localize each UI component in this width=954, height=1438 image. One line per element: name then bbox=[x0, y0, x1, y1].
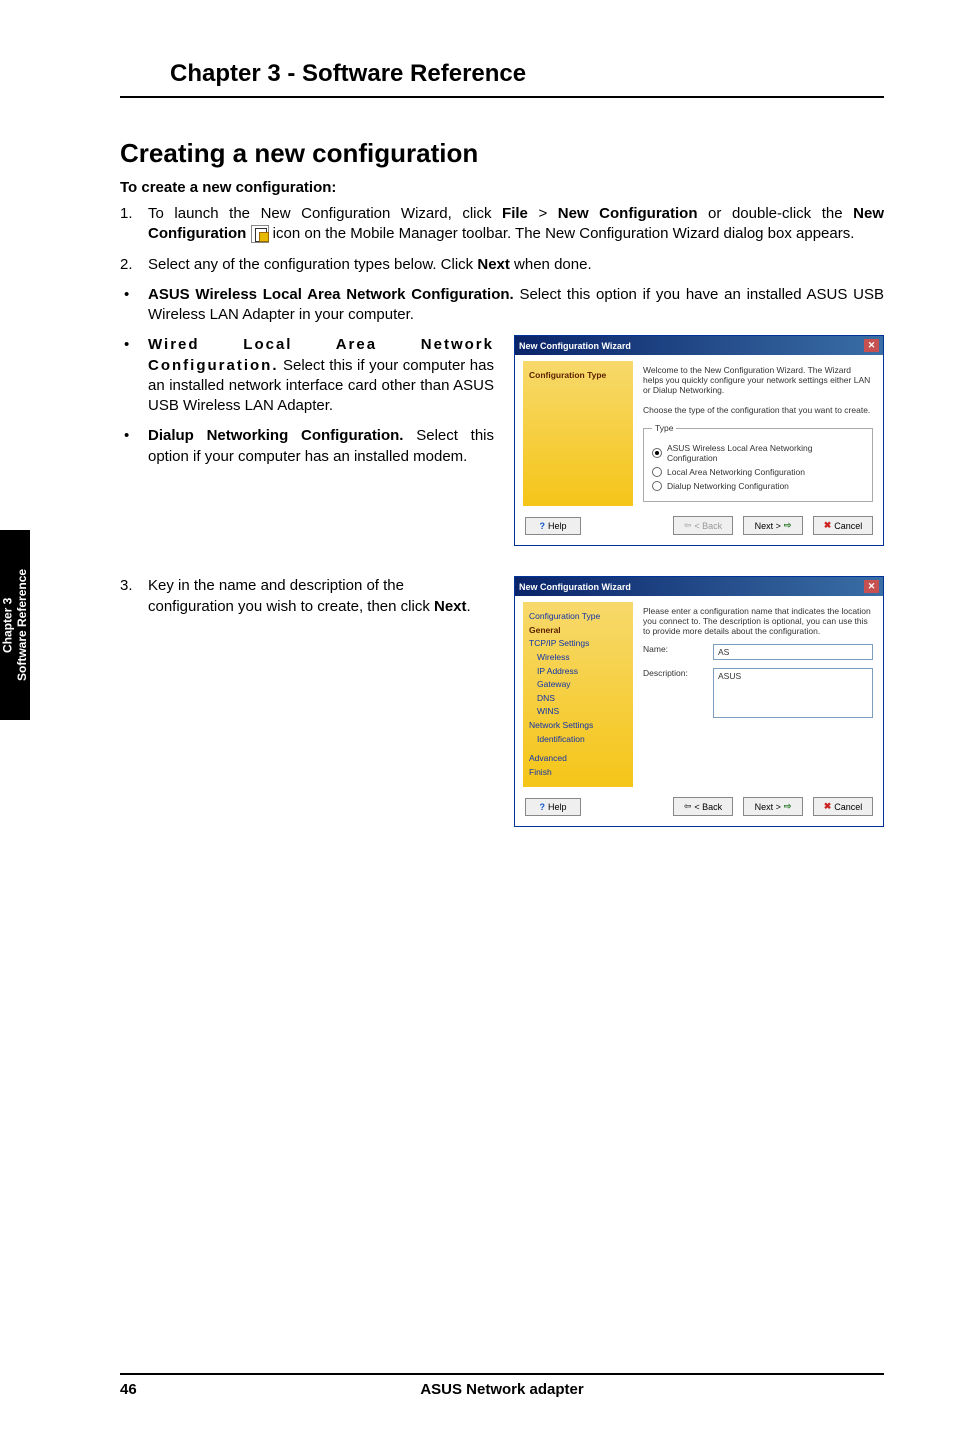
nav-config-type[interactable]: Configuration Type bbox=[529, 369, 627, 383]
wizard-intro-text: Please enter a configuration name that i… bbox=[643, 606, 873, 636]
bullet-wired-lan: • Wired Local Area Network Configuration… bbox=[120, 335, 494, 416]
close-icon[interactable]: ✕ bbox=[864, 580, 879, 593]
sidetab-title: Software Reference bbox=[15, 569, 29, 681]
next-button[interactable]: Next > ⇨ bbox=[743, 797, 803, 816]
sidetab-chapter: Chapter 3 bbox=[1, 569, 15, 681]
nav-network-settings[interactable]: Network Settings bbox=[529, 719, 627, 733]
help-button[interactable]: ? Help bbox=[525, 517, 581, 535]
label: Next > bbox=[755, 521, 781, 531]
button-label-next: Next bbox=[434, 598, 467, 615]
cancel-button[interactable]: ✖ Cancel bbox=[813, 516, 873, 535]
nav-gateway[interactable]: Gateway bbox=[529, 678, 627, 692]
option-title: ASUS Wireless Local Area Network Configu… bbox=[148, 286, 514, 303]
dialog-titlebar: New Configuration Wizard ✕ bbox=[515, 577, 883, 596]
back-button[interactable]: ⇦ < Back bbox=[673, 516, 733, 535]
step-2: 2. Select any of the configuration types… bbox=[120, 255, 884, 275]
nav-config-type[interactable]: Configuration Type bbox=[529, 610, 627, 624]
button-label-next: Next bbox=[477, 256, 510, 273]
text: when done. bbox=[510, 256, 592, 273]
text: Key in the name and description of the c… bbox=[148, 577, 434, 614]
text: icon on the Mobile Manager toolbar. The … bbox=[273, 225, 855, 242]
type-legend: Type bbox=[652, 423, 676, 433]
nav-tcpip[interactable]: TCP/IP Settings bbox=[529, 637, 627, 651]
label: Cancel bbox=[834, 521, 862, 531]
section-title: Creating a new configuration bbox=[120, 138, 884, 169]
nav-identification[interactable]: Identification bbox=[529, 733, 627, 747]
label: Cancel bbox=[834, 802, 862, 812]
wizard-welcome-text: Welcome to the New Configuration Wizard.… bbox=[643, 365, 873, 395]
wizard-sidebar: Configuration Type bbox=[523, 361, 633, 506]
label: < Back bbox=[694, 521, 722, 531]
label: Next > bbox=[755, 802, 781, 812]
radio-label: Local Area Networking Configuration bbox=[667, 467, 805, 477]
step-number: 3. bbox=[120, 576, 148, 617]
wizard-sidebar: Configuration Type General TCP/IP Settin… bbox=[523, 602, 633, 787]
label: < Back bbox=[694, 802, 722, 812]
divider bbox=[120, 96, 884, 98]
next-button[interactable]: Next > ⇨ bbox=[743, 516, 803, 535]
radio-asus-wireless[interactable]: ASUS Wireless Local Area Networking Conf… bbox=[652, 443, 864, 463]
radio-local-area[interactable]: Local Area Networking Configuration bbox=[652, 467, 864, 477]
new-configuration-icon bbox=[251, 225, 269, 243]
subheading: To create a new configuration: bbox=[120, 179, 884, 196]
bullet-dot: • bbox=[120, 426, 148, 467]
radio-icon bbox=[652, 467, 662, 477]
nav-advanced[interactable]: Advanced bbox=[529, 752, 627, 766]
text: . bbox=[467, 598, 471, 615]
text: To launch the New Configuration Wizard, … bbox=[148, 205, 502, 222]
nav-finish[interactable]: Finish bbox=[529, 766, 627, 780]
type-fieldset: Type ASUS Wireless Local Area Networking… bbox=[643, 423, 873, 502]
back-button[interactable]: ⇦ < Back bbox=[673, 797, 733, 816]
side-tab: Chapter 3 Software Reference bbox=[0, 530, 30, 720]
bullet-asus-wlan: • ASUS Wireless Local Area Network Confi… bbox=[120, 285, 884, 326]
text: Select any of the configuration types be… bbox=[148, 256, 477, 273]
radio-label: ASUS Wireless Local Area Networking Conf… bbox=[667, 443, 864, 463]
radio-icon bbox=[652, 481, 662, 491]
step-3: 3. Key in the name and description of th… bbox=[120, 576, 494, 617]
footer-title: ASUS Network adapter bbox=[120, 1381, 884, 1398]
bullet-dot: • bbox=[120, 335, 148, 416]
step-number: 1. bbox=[120, 204, 148, 245]
radio-dialup[interactable]: Dialup Networking Configuration bbox=[652, 481, 864, 491]
help-button[interactable]: ? Help bbox=[525, 798, 581, 816]
wizard-choose-text: Choose the type of the configuration tha… bbox=[643, 405, 873, 415]
step-1: 1. To launch the New Configuration Wizar… bbox=[120, 204, 884, 245]
name-input[interactable]: AS bbox=[713, 644, 873, 660]
page-footer: 46 ASUS Network adapter bbox=[70, 1373, 884, 1398]
nav-ip[interactable]: IP Address bbox=[529, 665, 627, 679]
close-icon[interactable]: ✕ bbox=[864, 339, 879, 352]
bullet-dot: • bbox=[120, 285, 148, 326]
dialog-title: New Configuration Wizard bbox=[519, 582, 631, 592]
step-number: 2. bbox=[120, 255, 148, 275]
new-config-wizard-dialog-type: New Configuration Wizard ✕ Configuration… bbox=[514, 335, 884, 546]
nav-wireless[interactable]: Wireless bbox=[529, 651, 627, 665]
radio-label: Dialup Networking Configuration bbox=[667, 481, 789, 491]
cancel-button[interactable]: ✖ Cancel bbox=[813, 797, 873, 816]
dialog-titlebar: New Configuration Wizard ✕ bbox=[515, 336, 883, 355]
nav-dns[interactable]: DNS bbox=[529, 692, 627, 706]
new-config-wizard-dialog-general: New Configuration Wizard ✕ Configuration… bbox=[514, 576, 884, 827]
description-input[interactable]: ASUS bbox=[713, 668, 873, 718]
text: > bbox=[528, 205, 558, 222]
nav-wins[interactable]: WINS bbox=[529, 705, 627, 719]
chapter-heading: Chapter 3 - Software Reference bbox=[170, 60, 884, 88]
description-label: Description: bbox=[643, 668, 703, 678]
radio-icon bbox=[652, 448, 662, 458]
name-label: Name: bbox=[643, 644, 703, 654]
menu-file: File bbox=[502, 205, 528, 222]
option-title: Dialup Networking Configuration. bbox=[148, 427, 403, 444]
label: Help bbox=[548, 802, 567, 812]
menu-new-config: New Configuration bbox=[558, 205, 698, 222]
nav-general[interactable]: General bbox=[529, 624, 627, 638]
dialog-title: New Configuration Wizard bbox=[519, 341, 631, 351]
label: Help bbox=[548, 521, 567, 531]
bullet-dialup: • Dialup Networking Configuration. Selec… bbox=[120, 426, 494, 467]
text: or double-click the bbox=[698, 205, 854, 222]
